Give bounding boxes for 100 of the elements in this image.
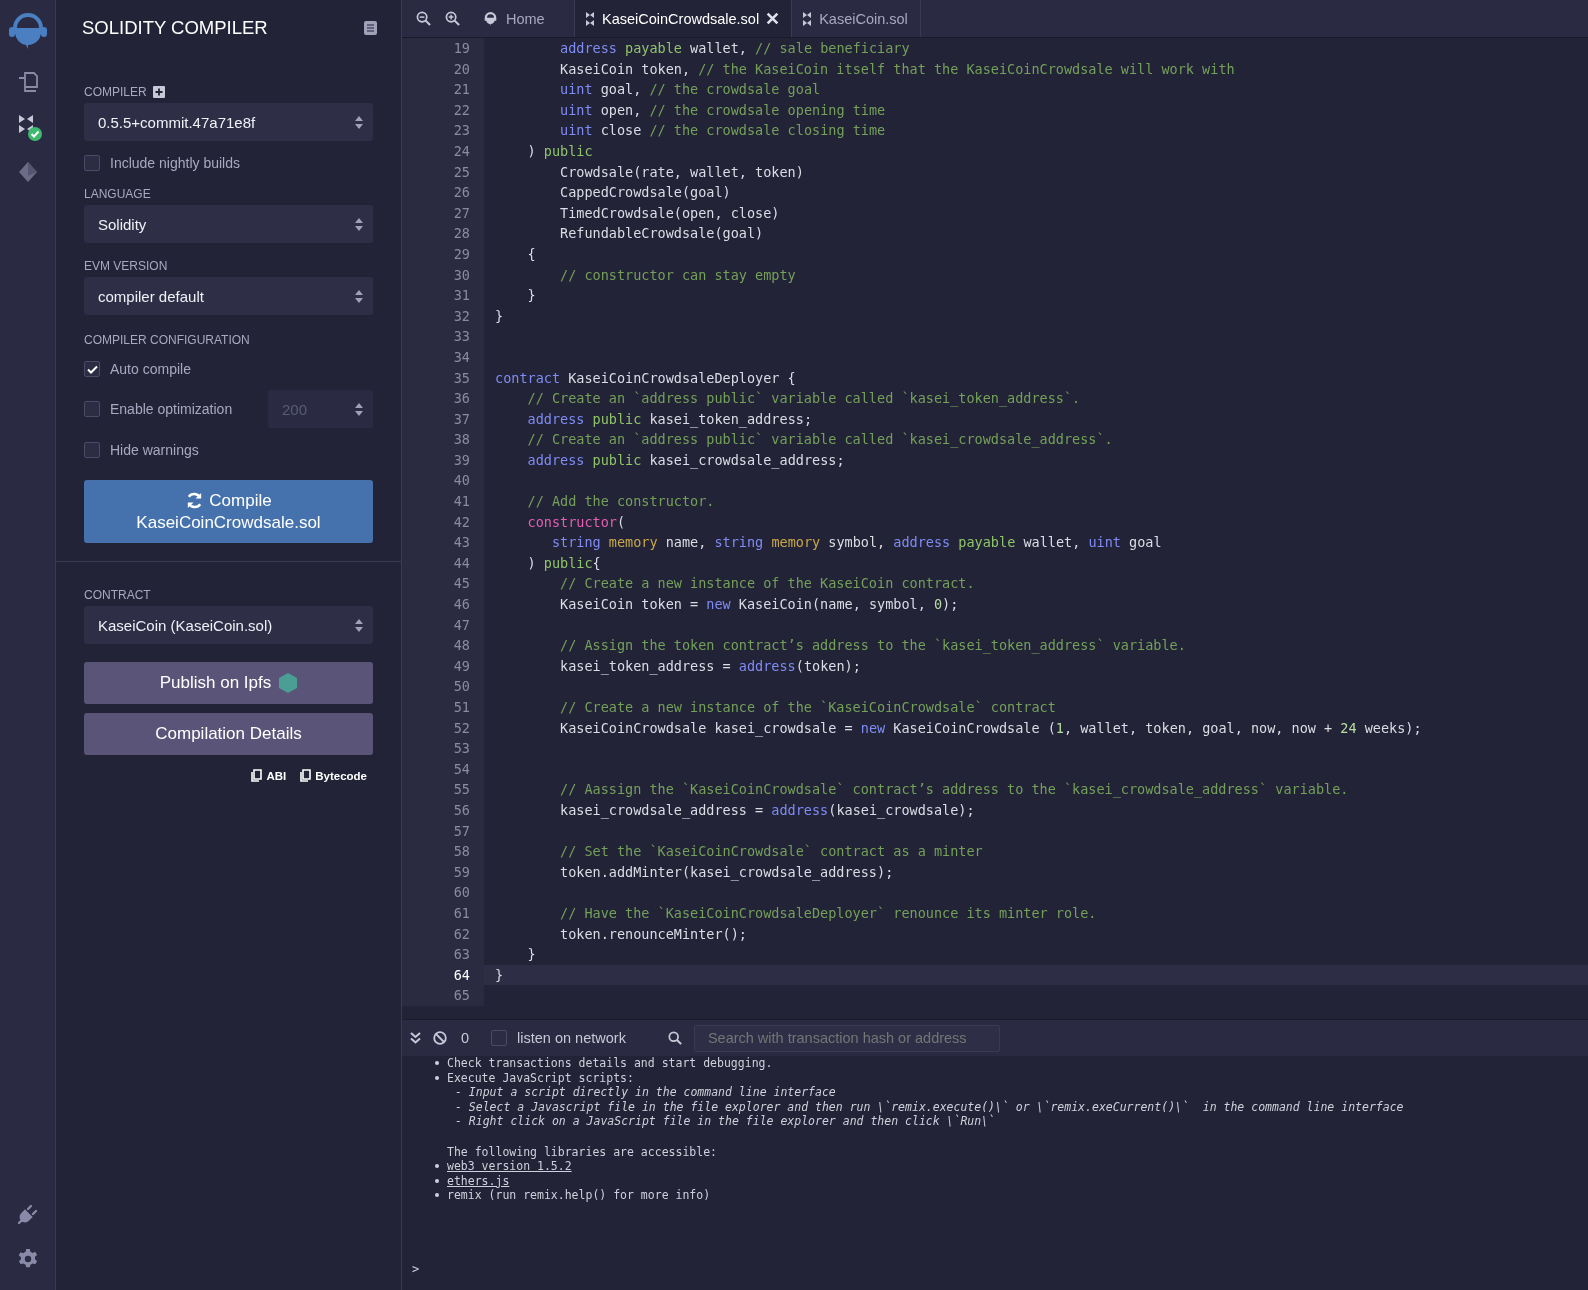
select-caret-icon [355,618,363,632]
line-number: 54 [402,758,484,780]
checkbox-label: Include nightly builds [110,155,240,171]
line-number: 30 [402,264,484,286]
code-line: string memory name, string memory symbol, address payable wallet, uint goal [550,534,1162,551]
copy-link[interactable]: Bytecode [300,769,367,782]
code-line: KaseiCoin token = new KaseiCoin(name, symbol, 0); [559,596,959,613]
checkbox-label: Auto compile [110,361,191,377]
file-type-icon [585,11,595,26]
editor-tab[interactable]: KaseiCoinCrowdsale.sol [575,0,793,37]
prompt-symbol: > [412,1261,421,1278]
terminal-link[interactable]: ethers.js [447,1173,510,1188]
code-line: // Add the constructor. [526,493,715,510]
line-number: 46 [402,594,484,615]
line-number: 35 [402,367,484,389]
line-number: 57 [402,820,484,842]
code-line: ) public{ [526,554,601,571]
checkbox[interactable] [84,155,100,171]
code-line: constructor( [526,513,626,530]
line-number: 27 [402,202,484,224]
line-number: 45 [402,573,484,595]
terminal-line: The following libraries are accessible: [447,1144,718,1159]
check-icon [86,364,98,374]
copy-icon [251,769,263,782]
line-number: 32 [402,305,484,327]
compiler-select[interactable]: 0.5.5+commit.47a71e8f [84,103,373,141]
code-line: contract KaseiCoinCrowdsaleDeployer { [495,369,796,386]
line-number: 40 [402,470,484,492]
zoom-in-icon[interactable] [445,11,460,26]
logo-icon [482,10,499,27]
line-number: 56 [402,799,484,821]
copy-icon [300,769,312,782]
double-chevron-icon[interactable] [410,1032,421,1044]
checkbox[interactable] [84,361,100,377]
checkbox-label: listen on network [517,1030,626,1046]
code-line: KaseiCoinCrowdsale kasei_crowdsale = new KaseiCoinCrowdsale (1, wallet, token, goal, now, now + 24 weeks); [559,719,1422,736]
bullet-icon [435,1061,439,1066]
code-line: TimedCrowdsale(open, close) [559,204,780,221]
line-number: 37 [402,408,484,430]
line-number: 41 [402,491,484,512]
terminal-link[interactable]: web3 version 1.5.2 [447,1159,572,1174]
checkbox[interactable] [84,442,100,458]
terminal-line: - Select a Javascript file in the file explorer and then run \`remix.execute()\` or \`remix.exeCurrent()\` in the command line interface [455,1099,1404,1114]
settings-icon[interactable] [16,1248,39,1270]
publish-button[interactable]: Publish on Ipfs [84,662,373,704]
line-number: 19 [402,38,484,59]
add-version-icon[interactable] [152,86,165,98]
code-line: // Assign the token contract’s address to the `kasei_token_address` variable. [559,637,1186,654]
bullet-icon [435,1164,439,1169]
code-line: // Have the `KaseiCoinCrowdsaleDeployer` renounce its minter role. [559,904,1097,921]
evm-version-select[interactable]: compiler default [84,277,373,315]
details-button[interactable]: Compilation Details [84,713,373,755]
contract-select[interactable]: KaseiCoin (KaseiCoin.sol) [84,606,373,644]
line-number: 26 [402,182,484,203]
line-number: 51 [402,697,484,718]
bullet-icon [435,1178,439,1183]
bullet-icon [435,1075,439,1080]
line-number: 29 [402,243,484,265]
document-icon[interactable] [364,21,377,35]
line-number: 28 [402,223,484,244]
code-line: // Set the `KaseiCoinCrowdsale` contract as a minter [559,843,983,860]
line-number: 63 [402,944,484,965]
line-number: 39 [402,449,484,471]
zoom-out-icon[interactable] [416,11,431,26]
select-caret-icon [355,289,363,303]
code-line: } [526,287,536,304]
code-line: token.renounceMinter(); [559,925,747,942]
line-number: 65 [402,985,484,1006]
line-number: 44 [402,552,484,574]
line-number: 60 [402,882,484,903]
line-number: 62 [402,923,484,945]
search-icon [667,1031,682,1045]
section-label: CONTRACT [84,588,151,602]
clear-icon[interactable] [433,1031,447,1045]
terminal-line: remix (run remix.help() for more info) [447,1188,711,1203]
line-number: 49 [402,655,484,677]
line-number: 21 [402,79,484,100]
code-line: // Create an `address public` variable called `kasei_token_address`. [526,390,1081,407]
code-line: // Create a new instance of the KaseiCoin contract. [559,575,975,592]
file-type-icon [802,11,813,26]
code-line: { [526,245,536,262]
copy-link[interactable]: ABI [251,769,287,782]
language-select[interactable]: Solidity [84,205,373,243]
search-field[interactable]: Search with transaction hash or address [693,1024,1000,1052]
checkbox[interactable] [491,1030,508,1046]
plug-icon[interactable] [15,1202,40,1226]
section-label: COMPILER [84,85,147,99]
line-number: 34 [402,346,484,368]
editor-tab[interactable]: KaseiCoin.sol [792,0,921,37]
compile-button[interactable]: Compile KaseiCoinCrowdsale.sol [84,480,373,543]
code-line: uint open, // the crowdsale opening time [559,101,886,118]
line-number: 55 [402,779,484,800]
close-icon[interactable] [766,12,780,25]
terminal-line: - Right click on a JavaScript file in the file explorer and then click \`Run\` [455,1114,996,1129]
code-line: // Aassign the `KaseiCoinCrowdsale` contract’s address to the `kasei_crowdsale_address` variable. [559,781,1349,798]
line-number: 38 [402,429,484,450]
code-line: // Create an `address public` variable called `kasei_crowdsale_address`. [526,431,1113,448]
code-line: token.addMinter(kasei_crowdsale_address); [559,863,894,880]
line-number: 43 [402,532,484,553]
code-line: uint goal, // the crowdsale goal [559,81,821,98]
